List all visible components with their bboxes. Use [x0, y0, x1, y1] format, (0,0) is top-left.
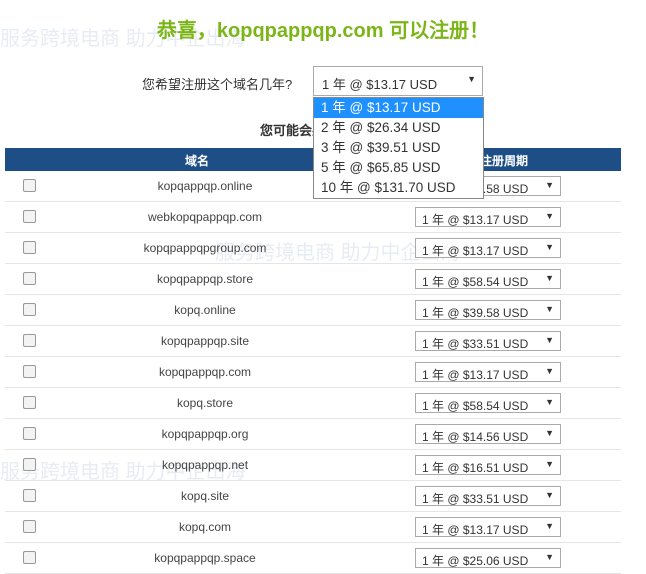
table-row: kopq.store 1 年 @ $58.54 USD ▼	[5, 388, 621, 419]
table-row: kopqpappqp.space 1 年 @ $25.06 USD ▼	[5, 543, 621, 574]
period-value: 1 年 @ $13.17 USD	[422, 368, 529, 382]
period-select[interactable]: 1 年 @ $33.51 USD ▼	[415, 486, 561, 506]
period-value: 1 年 @ $39.58 USD	[422, 306, 529, 320]
header-domain: 域名	[185, 154, 210, 168]
years-select-value: 1 年 @ $13.17 USD	[322, 77, 438, 92]
year-option[interactable]: 10 年 @ $131.70 USD	[314, 178, 483, 198]
period-select[interactable]: 1 年 @ $13.17 USD ▼	[415, 207, 561, 227]
domain-name: kopqpappqp.space	[154, 551, 256, 565]
years-select[interactable]: 1 年 @ $13.17 USD ▼	[313, 66, 483, 96]
select-checkbox[interactable]	[23, 458, 36, 471]
table-row: kopq.online 1 年 @ $39.58 USD ▼	[5, 295, 621, 326]
dropdown-arrow-icon: ▼	[545, 490, 554, 500]
dropdown-arrow-icon: ▼	[545, 180, 554, 190]
select-checkbox[interactable]	[23, 396, 36, 409]
select-checkbox[interactable]	[23, 179, 36, 192]
period-select[interactable]: 1 年 @ $25.06 USD ▼	[415, 548, 561, 568]
select-checkbox[interactable]	[23, 272, 36, 285]
domain-table: kopqappqp.online 1 年 @ $39.58 USD ▼ webko…	[5, 171, 621, 574]
period-select[interactable]: 1 年 @ $58.54 USD ▼	[415, 393, 561, 413]
table-row: kopqpappqp.site 1 年 @ $33.51 USD ▼	[5, 326, 621, 357]
period-select[interactable]: 1 年 @ $16.51 USD ▼	[415, 455, 561, 475]
domain-name: kopqpappqp.site	[160, 334, 250, 348]
select-checkbox[interactable]	[23, 241, 36, 254]
years-label: 您希望注册这个域名几年?	[142, 77, 293, 92]
select-checkbox[interactable]	[23, 520, 36, 533]
dropdown-arrow-icon: ▼	[545, 428, 554, 438]
select-checkbox[interactable]	[23, 551, 36, 564]
select-checkbox[interactable]	[23, 427, 36, 440]
period-select[interactable]: 1 年 @ $39.58 USD ▼	[415, 300, 561, 320]
period-value: 1 年 @ $58.54 USD	[422, 399, 529, 413]
period-value: 1 年 @ $13.17 USD	[422, 213, 529, 227]
dropdown-arrow-icon: ▼	[545, 304, 554, 314]
domain-name: kopqappqp.online	[157, 179, 253, 193]
period-value: 1 年 @ $14.56 USD	[422, 430, 529, 444]
table-row: kopq.com 1 年 @ $13.17 USD ▼	[5, 512, 621, 543]
year-option[interactable]: 1 年 @ $13.17 USD	[314, 98, 483, 118]
domain-name: kopqpappqpgroup.com	[143, 241, 267, 255]
select-checkbox[interactable]	[23, 334, 36, 347]
table-row: kopqpappqp.store 1 年 @ $58.54 USD ▼	[5, 264, 621, 295]
period-value: 1 年 @ $25.06 USD	[422, 554, 529, 568]
table-row: kopqpappqp.org 1 年 @ $14.56 USD ▼	[5, 419, 621, 450]
dropdown-arrow-icon: ▼	[545, 366, 554, 376]
select-checkbox[interactable]	[23, 210, 36, 223]
dropdown-arrow-icon: ▼	[545, 273, 554, 283]
header-period: 注册周期	[480, 154, 529, 168]
period-select[interactable]: 1 年 @ $13.17 USD ▼	[415, 362, 561, 382]
period-value: 1 年 @ $58.54 USD	[422, 275, 529, 289]
table-row: webkopqpappqp.com 1 年 @ $13.17 USD ▼	[5, 202, 621, 233]
availability-title: 恭喜，kopqpappqp.com 可以注册！	[156, 20, 490, 42]
dropdown-arrow-icon: ▼	[545, 521, 554, 531]
period-select[interactable]: 1 年 @ $14.56 USD ▼	[415, 424, 561, 444]
domain-name: kopq.site	[180, 489, 230, 503]
period-select[interactable]: 1 年 @ $58.54 USD ▼	[415, 269, 561, 289]
domain-name: kopqpappqp.store	[156, 272, 254, 286]
domain-name: kopq.online	[174, 303, 236, 317]
period-value: 1 年 @ $13.17 USD	[422, 244, 529, 258]
dropdown-arrow-icon: ▼	[545, 397, 554, 407]
select-checkbox[interactable]	[23, 489, 36, 502]
select-checkbox[interactable]	[23, 365, 36, 378]
dropdown-arrow-icon: ▼	[545, 211, 554, 221]
period-select[interactable]: 1 年 @ $13.17 USD ▼	[415, 238, 561, 258]
select-checkbox[interactable]	[23, 303, 36, 316]
dropdown-arrow-icon: ▼	[545, 335, 554, 345]
dropdown-arrow-icon: ▼	[545, 242, 554, 252]
year-option[interactable]: 3 年 @ $39.51 USD	[314, 138, 483, 158]
period-select[interactable]: 1 年 @ $33.51 USD ▼	[415, 331, 561, 351]
period-value: 1 年 @ $16.51 USD	[422, 461, 529, 475]
period-value: 1 年 @ $33.51 USD	[422, 337, 529, 351]
dropdown-arrow-icon: ▼	[545, 552, 554, 562]
dropdown-arrow-icon: ▼	[545, 459, 554, 469]
year-option[interactable]: 2 年 @ $26.34 USD	[314, 118, 483, 138]
domain-name: kopqpappqp.org	[161, 427, 249, 441]
domain-name: kopqpappqp.com	[158, 365, 252, 379]
years-dropdown-list: 1 年 @ $13.17 USD 2 年 @ $26.34 USD 3 年 @ …	[313, 97, 484, 199]
table-row: kopq.site 1 年 @ $33.51 USD ▼	[5, 481, 621, 512]
domain-name: kopq.store	[176, 396, 234, 410]
table-row: kopqpappqp.net 1 年 @ $16.51 USD ▼	[5, 450, 621, 481]
domain-name: webkopqpappqp.com	[147, 210, 263, 224]
domain-name: kopqpappqp.net	[161, 458, 249, 472]
table-row: kopqpappqp.com 1 年 @ $13.17 USD ▼	[5, 357, 621, 388]
dropdown-arrow-icon: ▼	[467, 74, 476, 84]
period-value: 1 年 @ $33.51 USD	[422, 492, 529, 506]
year-option[interactable]: 5 年 @ $65.85 USD	[314, 158, 483, 178]
period-select[interactable]: 1 年 @ $13.17 USD ▼	[415, 517, 561, 537]
table-row: kopqpappqpgroup.com 1 年 @ $13.17 USD ▼	[5, 233, 621, 264]
period-value: 1 年 @ $13.17 USD	[422, 523, 529, 537]
domain-name: kopq.com	[178, 520, 232, 534]
